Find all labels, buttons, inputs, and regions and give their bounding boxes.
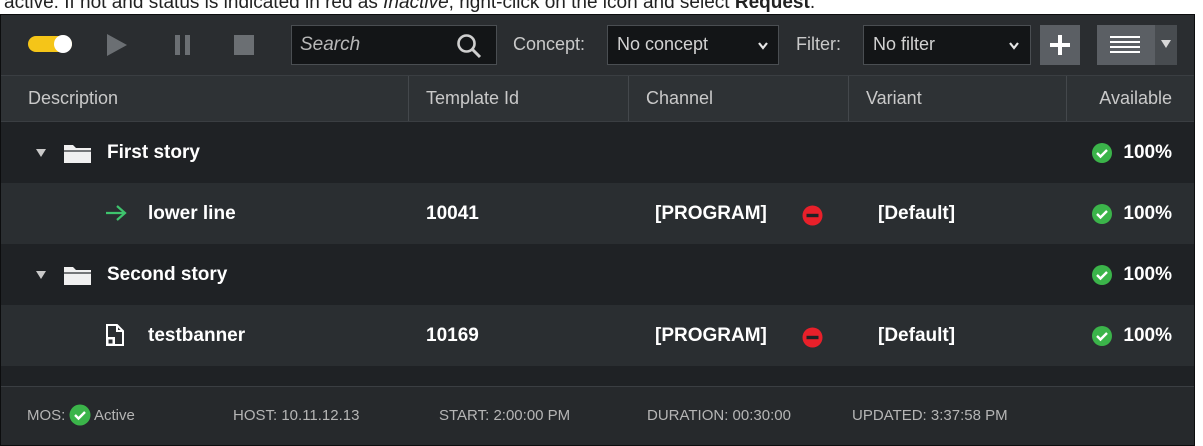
list-icon [1110, 36, 1140, 53]
available-value: 100% [1092, 122, 1172, 183]
play-icon[interactable] [105, 33, 129, 57]
toolbar: Concept: No concept Filter: No filter [1, 15, 1194, 75]
filter-label: Filter: [796, 34, 841, 54]
variant-value: [Default] [878, 203, 956, 224]
table-row[interactable]: First story 100% [1, 122, 1194, 183]
channel-value: [PROGRAM] [655, 203, 767, 224]
table-row[interactable]: Second story 100% [1, 244, 1194, 305]
column-variant[interactable]: Variant [849, 76, 1067, 121]
folder-icon [64, 145, 91, 163]
plus-icon [1050, 35, 1070, 55]
column-channel[interactable]: Channel [629, 76, 849, 121]
mos-label: MOS: [27, 407, 66, 424]
view-menu-dropdown[interactable] [1155, 25, 1177, 65]
column-template-id[interactable]: Template Id [409, 76, 629, 121]
available-percent: 100% [1123, 325, 1172, 346]
search-field[interactable] [291, 25, 497, 65]
active-toggle[interactable] [27, 33, 77, 55]
check-circle-icon [1092, 204, 1113, 224]
search-input[interactable] [300, 32, 450, 58]
story-title: Second story [107, 264, 228, 285]
concept-select[interactable]: No concept [607, 25, 779, 65]
item-description: lower line [148, 203, 236, 224]
blocked-status-icon[interactable] [802, 327, 823, 348]
variant-value: [Default] [878, 325, 956, 346]
check-circle-icon [1092, 265, 1113, 285]
available-percent: 100% [1123, 264, 1172, 285]
available-value: 100% [1092, 305, 1172, 366]
table-header: Description Template Id Channel Variant … [1, 75, 1194, 122]
playlist-panel: Concept: No concept Filter: No filter [0, 14, 1195, 446]
available-percent: 100% [1123, 203, 1172, 224]
expand-caret-icon[interactable] [36, 149, 46, 157]
updated-time: UPDATED: 3:37:58 PM [852, 407, 1008, 424]
check-circle-icon [1092, 326, 1113, 346]
table-row[interactable]: testbanner 10169 [PROGRAM] [Default] 100… [1, 305, 1194, 366]
doc-text-strip: active. If not and status is indicated i… [4, 0, 816, 13]
story-title: First story [107, 142, 200, 163]
expand-caret-icon[interactable] [36, 271, 46, 279]
search-icon[interactable] [456, 33, 482, 59]
concept-value: No concept [617, 34, 709, 54]
table-row[interactable]: lower line 10041 [PROGRAM] [Default] 100… [1, 183, 1194, 244]
stop-icon[interactable] [233, 33, 255, 57]
chevron-down-icon [1009, 42, 1019, 50]
host-info: HOST: 10.11.12.13 [233, 407, 360, 424]
filter-select[interactable]: No filter [863, 25, 1031, 65]
duration: DURATION: 00:30:00 [647, 407, 791, 424]
arrow-right-icon [106, 205, 127, 221]
template-id: 10041 [426, 203, 479, 224]
column-description[interactable]: Description [1, 76, 409, 121]
available-value: 100% [1092, 244, 1172, 305]
blocked-status-icon[interactable] [802, 205, 823, 226]
template-id: 10169 [426, 325, 479, 346]
channel-value: [PROGRAM] [655, 325, 767, 346]
item-description: testbanner [148, 325, 246, 346]
status-bar: MOS: Active HOST: 10.11.12.13 START: 2:0… [1, 386, 1194, 445]
chevron-down-icon [758, 42, 768, 50]
available-percent: 100% [1123, 142, 1172, 163]
available-value: 100% [1092, 183, 1172, 244]
view-menu-button[interactable] [1097, 25, 1155, 65]
folder-icon [64, 267, 91, 285]
mos-status-icon[interactable] [69, 404, 91, 426]
add-button[interactable] [1040, 25, 1080, 65]
template-file-icon [106, 324, 124, 346]
concept-label: Concept: [513, 34, 586, 54]
check-circle-icon [1092, 143, 1113, 163]
start-time: START: 2:00:00 PM [439, 407, 571, 424]
mos-state: Active [94, 407, 135, 424]
pause-icon[interactable] [173, 33, 193, 57]
column-available[interactable]: Available [1067, 76, 1194, 121]
filter-value: No filter [873, 34, 936, 54]
caret-down-icon [1161, 40, 1171, 48]
